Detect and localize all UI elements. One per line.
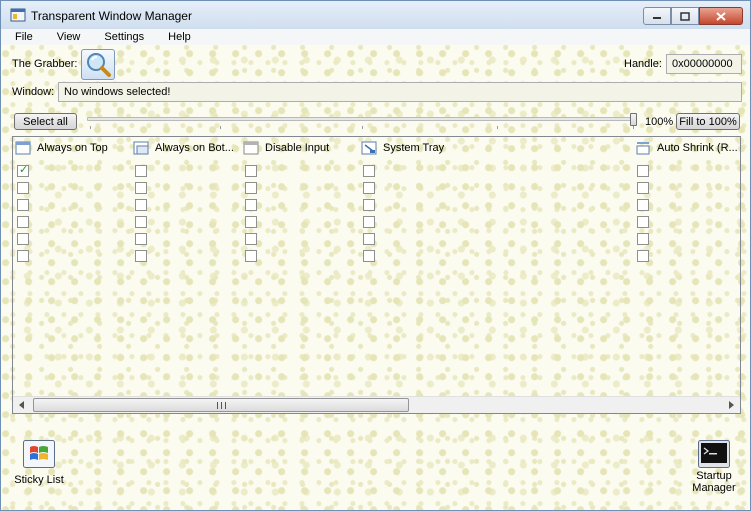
slider-tick [361,126,363,129]
grabber-button[interactable] [81,49,115,80]
close-button[interactable] [699,7,743,25]
row-1-checkbox-1[interactable] [17,163,29,177]
window-list[interactable]: Always on Top Always on Bot... Disable I… [12,136,741,414]
opacity-slider-track[interactable] [87,117,637,121]
window-icon [15,141,31,155]
row-1-checkbox-2[interactable] [135,165,147,177]
close-icon [716,11,726,21]
row-4-checkbox-4[interactable] [363,216,375,228]
row-4-checkbox-5[interactable] [637,216,649,228]
grip-icon [216,401,226,409]
row-5-checkbox-2[interactable] [135,233,147,245]
row-4-checkbox-1[interactable] [17,216,29,228]
row-1-checkbox-5[interactable] [637,165,649,177]
menu-view[interactable]: View [43,31,91,43]
select-all-button[interactable]: Select all [14,113,77,130]
windows-logo-icon [23,440,55,468]
row-2-checkbox-2[interactable] [135,182,147,194]
sticky-list-tool[interactable]: Sticky List [11,440,67,486]
row-3-checkbox-2[interactable] [135,199,147,211]
handle-label: Handle: [624,58,662,70]
app-icon [10,8,26,22]
magnifier-icon [87,53,111,77]
window-controls [643,7,743,25]
scroll-left-button[interactable] [13,397,30,413]
horizontal-scrollbar[interactable] [13,396,740,413]
slider-tick [220,126,222,129]
row-2-checkbox-3[interactable] [245,182,257,194]
maximize-icon [680,11,690,21]
row-5-checkbox-4[interactable] [363,233,375,245]
chevron-left-icon [18,401,24,409]
grabber-label: The Grabber: [12,58,78,70]
scroll-right-button[interactable] [723,397,740,413]
maximize-button[interactable] [671,7,699,25]
row-6-checkbox-5[interactable] [637,250,649,262]
row-6-checkbox-3[interactable] [245,250,257,262]
row-3-checkbox-5[interactable] [637,199,649,211]
window-icon [243,141,259,155]
minimize-icon [653,17,661,19]
column-header-disable-input[interactable]: Disable Input [243,137,329,159]
column-header-system-tray[interactable]: System Tray [361,137,444,159]
window-label: Window: [12,86,55,98]
row-6-checkbox-2[interactable] [135,250,147,262]
row-2-checkbox-4[interactable] [363,182,375,194]
startup-manager-tool[interactable]: Startup Manager [685,440,743,494]
tray-icon [361,141,377,155]
column-header-auto-shrink[interactable]: Auto Shrink (R... [635,137,738,159]
menu-file[interactable]: File [1,31,43,43]
sticky-list-label: Sticky List [14,474,64,486]
row-3-checkbox-1[interactable] [17,199,29,211]
row-3-checkbox-4[interactable] [363,199,375,211]
scrollbar-thumb[interactable] [33,398,409,412]
shrink-icon [636,142,650,155]
row-5-checkbox-3[interactable] [245,233,257,245]
handle-field[interactable]: 0x00000000 [666,54,742,74]
minimize-button[interactable] [643,7,671,25]
menu-help[interactable]: Help [154,31,201,43]
row-3-checkbox-3[interactable] [245,199,257,211]
slider-tick [497,126,499,129]
row-6-checkbox-4[interactable] [363,250,375,262]
menu-settings[interactable]: Settings [90,31,154,43]
row-1-checkbox-3[interactable] [245,165,257,177]
row-1-checkbox-4[interactable] [363,165,375,177]
window-field[interactable]: No windows selected! [58,82,742,102]
row-4-checkbox-2[interactable] [135,216,147,228]
row-4-checkbox-3[interactable] [245,216,257,228]
row-2-checkbox-5[interactable] [637,182,649,194]
opacity-slider-thumb[interactable] [630,113,637,126]
row-6-checkbox-1[interactable] [17,250,29,262]
title-bar[interactable]: Transparent Window Manager [1,1,750,29]
row-5-checkbox-1[interactable] [17,233,29,245]
window-icon [133,141,149,155]
window-title: Transparent Window Manager [31,9,192,23]
slider-tick [90,126,91,129]
row-5-checkbox-5[interactable] [637,233,649,245]
startup-manager-label-line2: Manager [692,482,736,494]
startup-manager-label-line1: Startup [696,470,732,482]
column-header-always-on-top[interactable]: Always on Top [15,137,108,159]
slider-tick [633,126,634,129]
row-2-checkbox-1[interactable] [17,182,29,194]
terminal-icon [698,440,730,468]
column-header-always-on-bottom[interactable]: Always on Bot... [133,137,234,159]
client-area: File View Settings Help The Grabber: Han… [1,29,750,510]
app-window: Transparent Window Manager File View Set… [0,0,751,511]
menu-bar: File View Settings Help [1,29,750,45]
chevron-right-icon [728,401,734,409]
opacity-value: 100% [645,116,674,128]
fill-to-100-button[interactable]: Fill to 100% [676,113,740,130]
